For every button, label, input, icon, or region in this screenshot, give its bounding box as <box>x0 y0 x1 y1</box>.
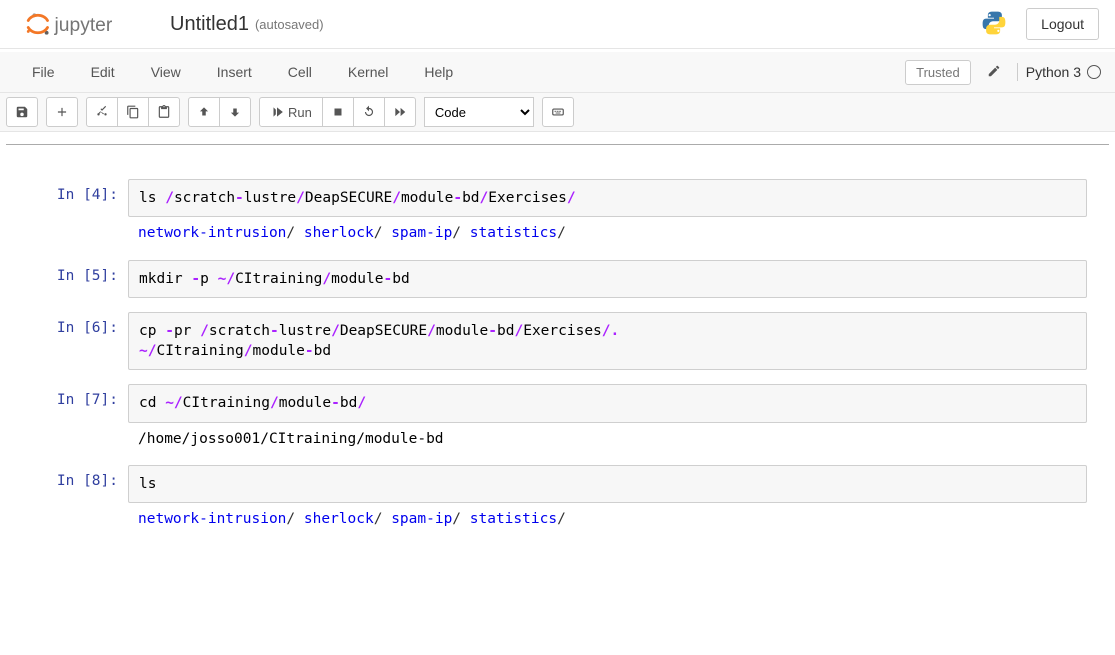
input-area[interactable]: ls /scratch-lustre/DeapSECURE/module-bd/… <box>128 179 1087 217</box>
output-area: /home/josso001/CItraining/module-bd <box>128 423 1087 451</box>
notebook-container: In [4]:ls /scratch-lustre/DeapSECURE/mod… <box>6 144 1109 566</box>
menubar: FileEditViewInsertCellKernelHelp Trusted… <box>0 52 1115 93</box>
menu-cell[interactable]: Cell <box>270 56 330 88</box>
menu-insert[interactable]: Insert <box>199 56 270 88</box>
trusted-badge[interactable]: Trusted <box>905 60 971 85</box>
input-area[interactable]: cp -pr /scratch-lustre/DeapSECURE/module… <box>128 312 1087 371</box>
menu-view[interactable]: View <box>133 56 199 88</box>
restart-button[interactable] <box>353 97 385 127</box>
code-cell[interactable]: In [8]:lsnetwork-intrusion/ sherlock/ sp… <box>28 465 1087 532</box>
code-cell[interactable]: In [5]:mkdir -p ~/CItraining/module-bd <box>28 260 1087 298</box>
toolbar: Run Code <box>0 93 1115 132</box>
code-cell[interactable]: In [6]:cp -pr /scratch-lustre/DeapSECURE… <box>28 312 1087 371</box>
jupyter-logo[interactable]: jupyter <box>16 10 156 38</box>
save-button[interactable] <box>6 97 38 127</box>
notebook-name[interactable]: Untitled1 <box>170 13 249 36</box>
add-cell-button[interactable] <box>46 97 78 127</box>
run-button[interactable]: Run <box>259 97 323 127</box>
copy-button[interactable] <box>117 97 149 127</box>
code-cell[interactable]: In [4]:ls /scratch-lustre/DeapSECURE/mod… <box>28 179 1087 246</box>
input-prompt: In [5]: <box>28 260 128 298</box>
header-bar: jupyter Untitled1 (autosaved) Logout <box>0 0 1115 49</box>
cut-button[interactable] <box>86 97 118 127</box>
input-area[interactable]: ls <box>128 465 1087 503</box>
input-area[interactable]: mkdir -p ~/CItraining/module-bd <box>128 260 1087 298</box>
input-prompt: In [4]: <box>28 179 128 246</box>
autosave-status: (autosaved) <box>255 17 324 32</box>
menu-help[interactable]: Help <box>406 56 471 88</box>
paste-button[interactable] <box>148 97 180 127</box>
output-area: network-intrusion/ sherlock/ spam-ip/ st… <box>128 217 1087 245</box>
output-area: network-intrusion/ sherlock/ spam-ip/ st… <box>128 503 1087 531</box>
pencil-icon[interactable] <box>987 64 1001 81</box>
move-up-button[interactable] <box>188 97 220 127</box>
interrupt-button[interactable] <box>322 97 354 127</box>
python-logo-icon <box>980 9 1008 40</box>
menu-edit[interactable]: Edit <box>73 56 133 88</box>
menu-file[interactable]: File <box>14 56 73 88</box>
move-down-button[interactable] <box>219 97 251 127</box>
svg-text:jupyter: jupyter <box>54 15 113 36</box>
kernel-name[interactable]: Python 3 <box>1026 64 1081 80</box>
restart-run-all-button[interactable] <box>384 97 416 127</box>
command-palette-button[interactable] <box>542 97 574 127</box>
celltype-select[interactable]: Code <box>424 97 534 127</box>
logout-button[interactable]: Logout <box>1026 8 1099 40</box>
input-area[interactable]: cd ~/CItraining/module-bd/ <box>128 384 1087 422</box>
input-prompt: In [8]: <box>28 465 128 532</box>
menu-kernel[interactable]: Kernel <box>330 56 406 88</box>
code-cell[interactable]: In [7]:cd ~/CItraining/module-bd//home/j… <box>28 384 1087 451</box>
input-prompt: In [7]: <box>28 384 128 451</box>
input-prompt: In [6]: <box>28 312 128 371</box>
divider <box>1017 63 1018 81</box>
kernel-status-icon <box>1087 65 1101 79</box>
run-label: Run <box>288 105 312 120</box>
